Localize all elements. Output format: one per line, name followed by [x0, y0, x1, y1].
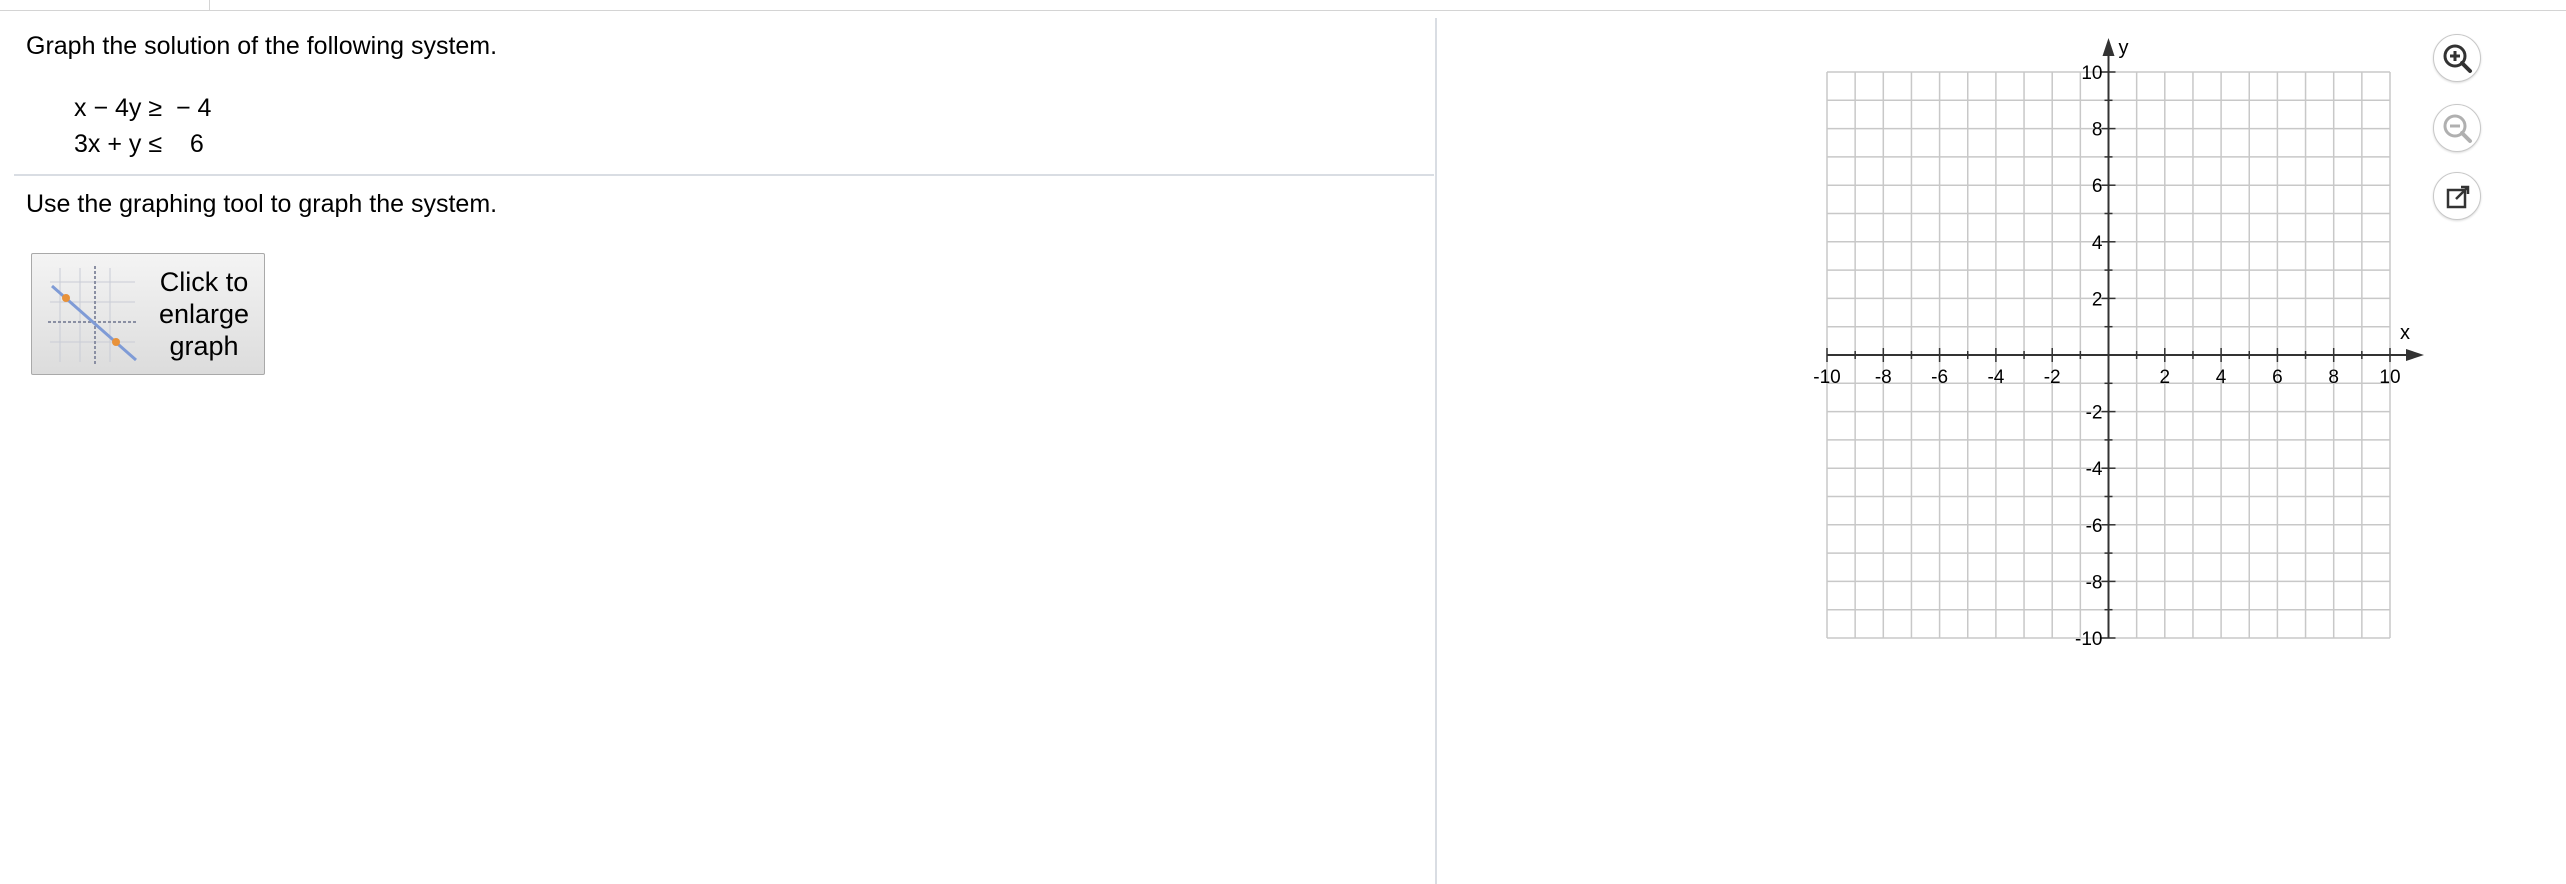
x-tick-label: 8: [2328, 367, 2339, 388]
question-prompt: Graph the solution of the following syst…: [26, 32, 498, 60]
coordinate-plane[interactable]: -10 -8 -6 -4 -2 2 4 6 8 10 10 8 6 4 2 -2 -4 -6 -8 -10 x y: [1800, 30, 2440, 670]
x-tick-label: -8: [1875, 367, 1892, 388]
y-tick-label: 10: [2081, 63, 2102, 84]
zoom-in-button[interactable]: [2433, 34, 2481, 82]
inequality-2: 3x + y ≤ 6: [74, 130, 204, 158]
zoom-in-icon: [2443, 44, 2472, 73]
x-tick-label: -10: [1813, 367, 1840, 388]
inequality-1: x − 4y ≥ − 4: [74, 94, 212, 122]
inequality-system: x − 4y ≥ − 4 3x + y ≤ 6: [74, 90, 211, 162]
top-rule: [0, 10, 2566, 11]
y-tick-label: 4: [2092, 233, 2103, 254]
tick-labels: -10 -8 -6 -4 -2 2 4 6 8 10 10 8 6 4 2 -2 -4 -6 -8 -10: [1813, 63, 2400, 650]
x-tick-label: 6: [2272, 367, 2283, 388]
zoom-out-button[interactable]: [2433, 104, 2481, 152]
x-axis-arrow: [2406, 349, 2424, 361]
popout-icon: [2446, 185, 2470, 209]
section-divider: [14, 174, 1434, 176]
graph-area[interactable]: -10 -8 -6 -4 -2 2 4 6 8 10 10 8 6 4 2 -2 -4 -6 -8 -10 x y: [1800, 30, 2440, 675]
x-tick-label: 2: [2160, 367, 2171, 388]
x-tick-label: 4: [2216, 367, 2227, 388]
enlarge-graph-label: Click to enlarge graph: [158, 267, 250, 361]
x-tick-label: -6: [1931, 367, 1948, 388]
x-tick-label: 10: [2379, 367, 2400, 388]
instruction-text: Use the graphing tool to graph the syste…: [26, 190, 498, 218]
y-tick-label: -8: [2086, 572, 2103, 593]
pane-divider: [1435, 18, 1437, 884]
x-axis-label: x: [2400, 322, 2410, 344]
y-axis-arrow: [2102, 38, 2115, 56]
y-tick-label: -4: [2086, 459, 2103, 480]
y-tick-label: -2: [2086, 403, 2103, 424]
x-tick-label: -4: [1987, 367, 2004, 388]
enlarge-graph-button[interactable]: Click to enlarge graph: [31, 253, 265, 375]
y-axis-label: y: [2119, 37, 2129, 59]
y-tick-label: 8: [2092, 120, 2103, 141]
y-tick-label: 2: [2092, 289, 2103, 310]
popout-button[interactable]: [2433, 172, 2481, 220]
y-tick-label: 6: [2092, 176, 2103, 197]
x-tick-label: -2: [2044, 367, 2061, 388]
y-tick-label: -10: [2075, 629, 2102, 650]
y-tick-label: -6: [2086, 516, 2103, 537]
question-pane: [0, 18, 1435, 884]
top-tab-edge: [209, 0, 210, 10]
zoom-out-icon: [2443, 114, 2472, 143]
graph-thumbnail-icon: [48, 266, 138, 364]
